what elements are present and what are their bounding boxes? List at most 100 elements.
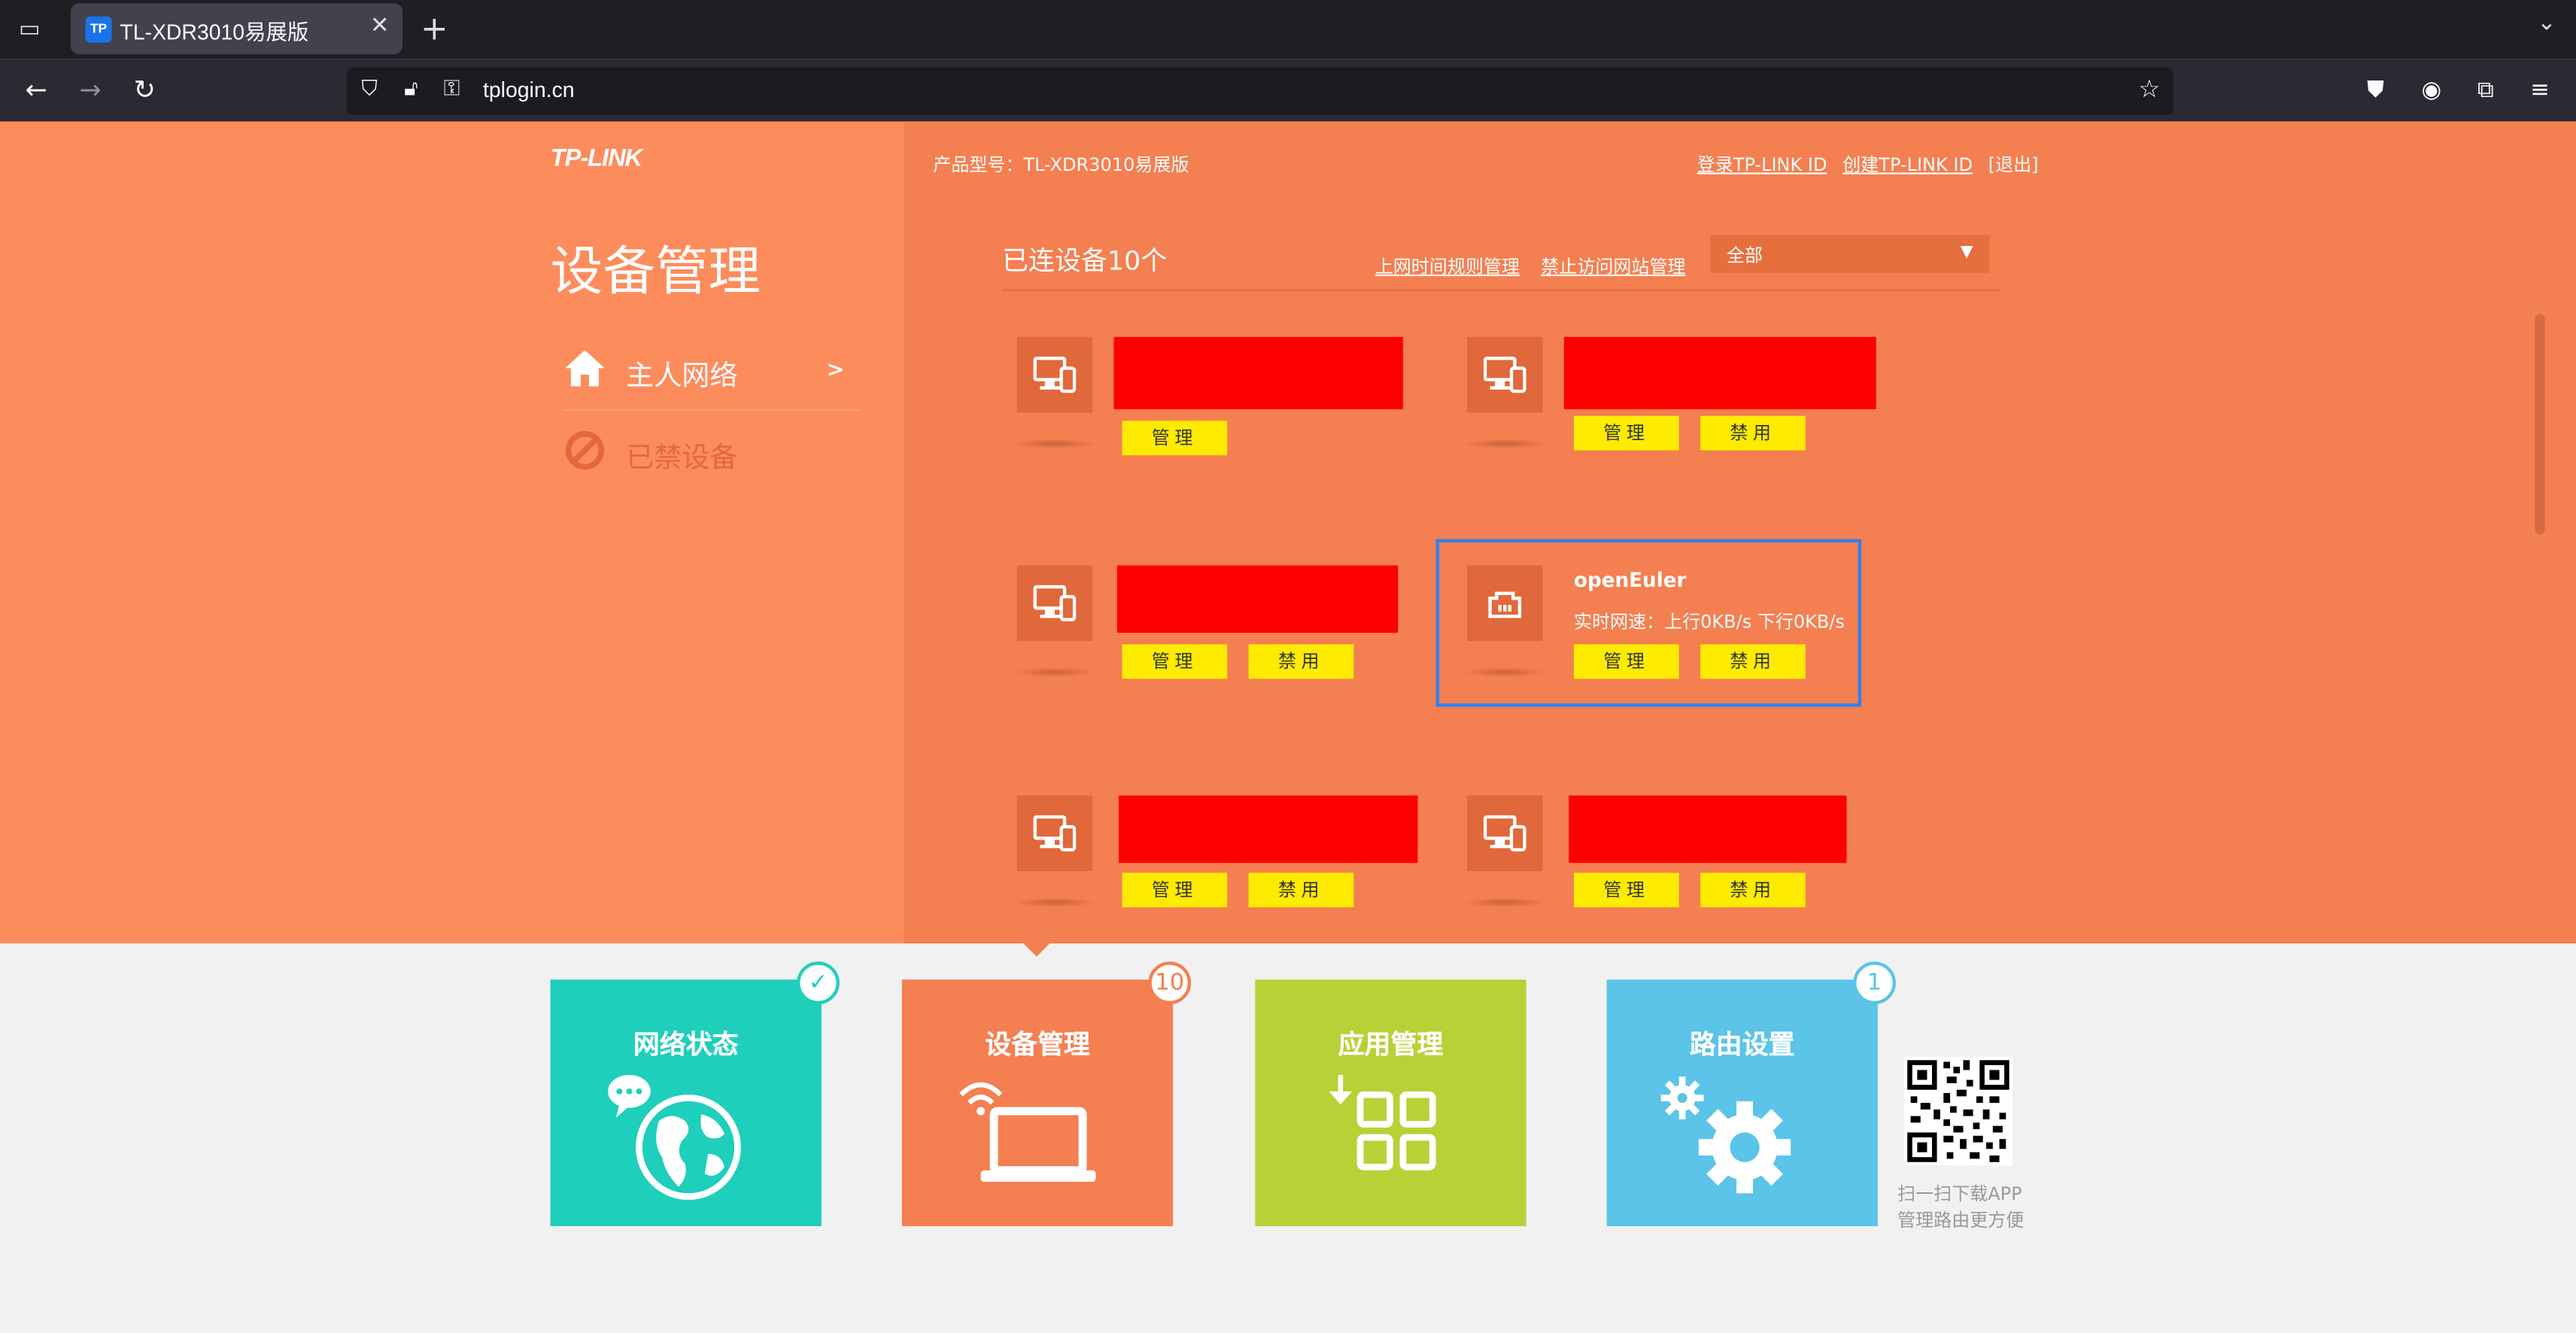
disable-button[interactable]: 禁用 bbox=[1248, 873, 1354, 908]
tplink-logo: TP-LINK bbox=[550, 144, 643, 173]
device-card: 管理 禁用 bbox=[1013, 795, 1444, 960]
sidebar-item-label: 主人网络 bbox=[625, 360, 738, 393]
pocket-icon[interactable]: ⛊ bbox=[2359, 72, 2392, 108]
computer-phone-icon bbox=[1016, 795, 1093, 872]
wired-ethernet-icon bbox=[1467, 565, 1543, 642]
tile-app-management[interactable]: 应用管理 bbox=[1255, 979, 1526, 1226]
shadow bbox=[1463, 667, 1546, 678]
device-card: 管理 bbox=[1013, 336, 1444, 501]
redacted-device-name bbox=[1119, 795, 1418, 864]
computer-phone-icon bbox=[1016, 565, 1093, 642]
redacted-device-name bbox=[1569, 795, 1847, 864]
manage-button[interactable]: 管理 bbox=[1122, 644, 1228, 679]
shadow bbox=[1463, 439, 1546, 449]
manage-button[interactable]: 管理 bbox=[1122, 421, 1228, 456]
qr-caption-line1: 扫一扫下载APP bbox=[1897, 1183, 2022, 1205]
globe-chat-icon bbox=[607, 1074, 741, 1201]
url-text[interactable]: tplogin.cn bbox=[483, 77, 575, 102]
device-card: 管理 禁用 bbox=[1463, 336, 1894, 501]
login-link[interactable]: 登录TP-LINK ID bbox=[1697, 154, 1827, 175]
tile-label: 设备管理 bbox=[985, 1028, 1090, 1061]
qr-caption-line2: 管理路由更方便 bbox=[1897, 1210, 2025, 1231]
check-badge-icon: ✓ bbox=[797, 961, 840, 1005]
left-panel bbox=[0, 121, 904, 944]
redacted-device-name bbox=[1116, 565, 1399, 633]
model-info: 产品型号：TL-XDR3010易展版 bbox=[933, 154, 1189, 176]
active-tile-pointer bbox=[1023, 943, 1050, 957]
sidebar-item-host-network[interactable]: 主人网络 > bbox=[563, 332, 861, 411]
gear-icon bbox=[1660, 1076, 1791, 1194]
redacted-device-name bbox=[1113, 336, 1403, 410]
back-icon[interactable]: ← bbox=[18, 72, 54, 108]
disable-button[interactable]: 禁用 bbox=[1700, 415, 1806, 451]
divider bbox=[1002, 289, 2001, 291]
close-tab-icon[interactable]: ✕ bbox=[370, 13, 390, 39]
shadow bbox=[1013, 667, 1096, 678]
shadow bbox=[1013, 897, 1096, 908]
notification-badge: 1 bbox=[1853, 961, 1896, 1005]
tile-network-status[interactable]: 网络状态 ✓ bbox=[550, 961, 840, 1226]
manage-button[interactable]: 管理 bbox=[1573, 873, 1679, 908]
shadow bbox=[1013, 439, 1096, 449]
nav-bar: ← → ↻ ⛉ 🔓︎ ⚿ tplogin.cn ☆ ⛊ ◉ ⧉ ≡ bbox=[0, 59, 2576, 122]
computer-phone-icon bbox=[1467, 336, 1543, 413]
disable-button[interactable]: 禁用 bbox=[1248, 644, 1354, 679]
caret-down-icon: ▼ bbox=[1960, 243, 1973, 262]
device-card: 管理 禁用 bbox=[1463, 795, 1894, 960]
forward-icon[interactable]: → bbox=[72, 72, 108, 108]
tile-label: 应用管理 bbox=[1338, 1028, 1444, 1061]
device-count-badge: 10 bbox=[1148, 961, 1192, 1005]
disable-button[interactable]: 禁用 bbox=[1700, 644, 1806, 679]
app-grid-icon bbox=[1329, 1074, 1436, 1171]
qr-code bbox=[1903, 1056, 2012, 1166]
chevron-right-icon: > bbox=[826, 358, 845, 384]
menu-icon[interactable]: ≡ bbox=[2523, 72, 2556, 108]
sidebar-item-banned-devices[interactable]: 已禁设备 bbox=[564, 414, 861, 493]
device-list-scrollbar[interactable] bbox=[2535, 314, 2545, 535]
shadow bbox=[1463, 897, 1546, 908]
chevron-down-icon[interactable]: ⌄ bbox=[2537, 10, 2556, 36]
create-account-link[interactable]: 创建TP-LINK ID bbox=[1842, 154, 1973, 175]
new-tab-icon[interactable]: + bbox=[421, 8, 448, 47]
reload-icon[interactable]: ↻ bbox=[126, 72, 163, 108]
router-page: TP-LINK 设备管理 主人网络 > 已禁设备 产品型号：TL-XDR3010… bbox=[0, 121, 2576, 1333]
device-speed: 实时网速：上行0KB/s 下行0KB/s bbox=[1573, 611, 1845, 633]
computer-phone-icon bbox=[1016, 336, 1093, 413]
schedule-rules-link[interactable]: 上网时间规则管理 bbox=[1375, 253, 1520, 279]
logout-link[interactable]: [退出] bbox=[1988, 154, 2039, 175]
device-card: 管理 禁用 bbox=[1013, 565, 1444, 730]
filter-value: 全部 bbox=[1727, 244, 1763, 266]
manage-button[interactable]: 管理 bbox=[1122, 873, 1228, 908]
manage-button[interactable]: 管理 bbox=[1573, 644, 1679, 679]
connected-devices-title: 已连设备10个 bbox=[1002, 244, 1168, 277]
page-title: 设备管理 bbox=[550, 240, 761, 303]
tplink-favicon-icon: TP bbox=[85, 16, 112, 43]
laptop-wifi-icon bbox=[959, 1082, 1096, 1182]
computer-phone-icon bbox=[1467, 795, 1543, 872]
block-sites-link[interactable]: 禁止访问网站管理 bbox=[1541, 253, 1685, 279]
device-filter-select[interactable]: 全部 ▼ bbox=[1710, 235, 1990, 273]
key-icon[interactable]: ⚿ bbox=[444, 77, 460, 102]
ban-icon bbox=[565, 431, 605, 470]
device-card-openeuler[interactable]: openEuler 实时网速：上行0KB/s 下行0KB/s 管理 禁用 bbox=[1463, 565, 1894, 730]
browser-tab[interactable]: TP TL-XDR3010易展版 ✕ bbox=[70, 3, 402, 55]
tile-label: 路由设置 bbox=[1689, 1028, 1795, 1061]
tab-title: TL-XDR3010易展版 bbox=[120, 20, 309, 44]
tab-list-icon[interactable]: ▭ bbox=[15, 15, 44, 44]
home-icon bbox=[565, 350, 605, 387]
disable-button[interactable]: 禁用 bbox=[1700, 873, 1806, 908]
bookmark-star-icon[interactable]: ☆ bbox=[2138, 74, 2160, 103]
shield-icon[interactable]: ⛉ bbox=[361, 77, 377, 102]
manage-button[interactable]: 管理 bbox=[1573, 415, 1679, 451]
url-bar[interactable]: ⛉ 🔓︎ ⚿ tplogin.cn ☆ bbox=[346, 67, 2174, 115]
device-name: openEuler bbox=[1573, 568, 1687, 592]
account-links: 登录TP-LINK ID 创建TP-LINK ID [退出] bbox=[1697, 151, 2039, 178]
lock-insecure-icon[interactable]: 🔓︎ bbox=[404, 77, 418, 102]
redacted-device-name bbox=[1563, 336, 1876, 410]
tile-router-settings[interactable]: 路由设置 1 bbox=[1606, 961, 1896, 1226]
tile-device-management[interactable]: 设备管理 10 bbox=[901, 961, 1192, 1226]
account-icon[interactable]: ◉ bbox=[2415, 72, 2448, 108]
tile-label: 网络状态 bbox=[633, 1028, 739, 1061]
tab-bar: ▭ TP TL-XDR3010易展版 ✕ + ⌄ bbox=[0, 0, 2576, 59]
extensions-icon[interactable]: ⧉ bbox=[2469, 72, 2502, 108]
